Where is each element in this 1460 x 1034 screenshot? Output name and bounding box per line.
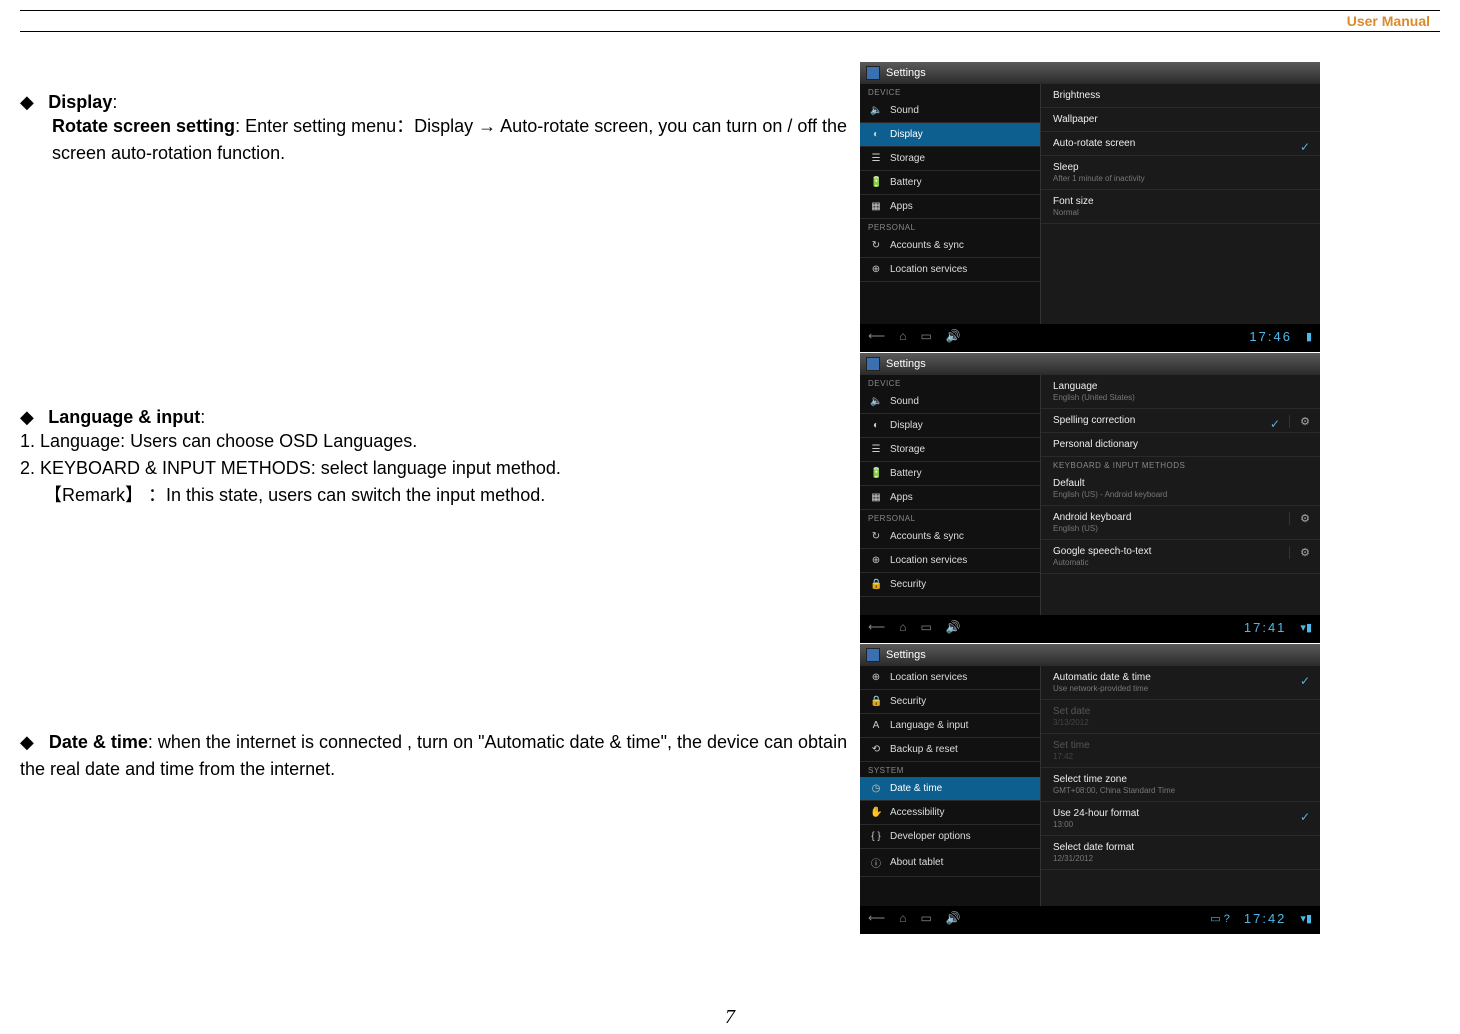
bullet-icon: ◆ [20, 407, 34, 427]
recent-icon: ▭ [920, 911, 931, 925]
developer-icon: { } [870, 831, 882, 842]
security-icon: 🔒 [870, 696, 882, 707]
backup-icon: ⟲ [870, 744, 882, 755]
volume-icon: 🔊 [946, 329, 961, 343]
notification-icon: ▭ ? [1210, 912, 1230, 925]
bullet-icon: ◆ [20, 732, 34, 752]
display-icon: ◐ [870, 420, 882, 431]
check-icon: ✓ [1300, 810, 1310, 824]
settings-app-icon [866, 66, 880, 80]
battery-icon: 🔋 [870, 468, 882, 479]
li1-prefix: 1. [20, 431, 40, 451]
language-icon: A [870, 720, 882, 731]
home-icon: ⌂ [899, 329, 906, 343]
settings-app-icon [866, 357, 880, 371]
status-clock: 17:46 [1249, 329, 1292, 344]
display-title: Display [48, 92, 112, 112]
back-icon: ⟵ [868, 620, 885, 634]
check-icon: ✓ [1300, 674, 1310, 688]
settings-app-icon [866, 648, 880, 662]
recent-icon: ▭ [920, 329, 931, 343]
page-number: 7 [725, 1006, 735, 1029]
remark-label: 【Remark】 [44, 485, 143, 505]
about-icon: ⓘ [870, 855, 882, 870]
li2-prefix: 2. [20, 458, 40, 478]
remark-body: ：In this state, users can switch the inp… [143, 485, 545, 505]
lang-title: Language & input [48, 407, 200, 427]
battery-status-icon: ▮ [1306, 330, 1312, 343]
text-column: ◆ Display: Rotate screen setting: Enter … [20, 62, 860, 793]
volume-icon: 🔊 [946, 620, 961, 634]
sync-icon: ↻ [870, 531, 882, 542]
back-icon: ⟵ [868, 911, 885, 925]
location-icon: ⊕ [870, 555, 882, 566]
li2-text: KEYBOARD & INPUT METHODS: select languag… [40, 458, 561, 478]
wifi-status-icon: ▾▮ [1300, 912, 1312, 925]
screenshot-display-settings: Settings DEVICE 🔈Sound ◐Display ☰Storage… [860, 62, 1320, 352]
sync-icon: ↻ [870, 240, 882, 251]
display-body-1: : Enter setting menu：Display [235, 116, 478, 136]
home-icon: ⌂ [899, 620, 906, 634]
display-icon: ◐ [870, 129, 882, 140]
check-icon: ✓ [1300, 140, 1310, 154]
apps-icon: ▦ [870, 201, 882, 212]
header-label: User Manual [20, 13, 1430, 29]
datetime-title: Date & time [49, 732, 148, 752]
sound-icon: 🔈 [870, 396, 882, 407]
status-clock: 17:41 [1244, 620, 1287, 635]
status-clock: 17:42 [1244, 911, 1287, 926]
check-icon: ✓ [1270, 417, 1280, 431]
clock-icon: ◷ [870, 783, 882, 794]
screenshots-column: Settings DEVICE 🔈Sound ◐Display ☰Storage… [860, 62, 1320, 935]
tune-icon: ⚙ [1289, 512, 1310, 525]
screenshot-language-settings: Settings DEVICE 🔈Sound ◐Display ☰Storage… [860, 353, 1320, 643]
storage-icon: ☰ [870, 153, 882, 164]
screenshot-datetime-settings: Settings ⊕Location services 🔒Security AL… [860, 644, 1320, 934]
arrow-icon: → [478, 116, 496, 136]
volume-icon: 🔊 [946, 911, 961, 925]
sound-icon: 🔈 [870, 105, 882, 116]
location-icon: ⊕ [870, 264, 882, 275]
tune-icon: ⚙ [1289, 546, 1310, 559]
battery-icon: 🔋 [870, 177, 882, 188]
wifi-status-icon: ▾▮ [1300, 621, 1312, 634]
home-icon: ⌂ [899, 911, 906, 925]
back-icon: ⟵ [868, 329, 885, 343]
security-icon: 🔒 [870, 579, 882, 590]
accessibility-icon: ✋ [870, 807, 882, 818]
li1-text: Language: Users can choose OSD Languages… [40, 431, 417, 451]
apps-icon: ▦ [870, 492, 882, 503]
tune-icon: ⚙ [1289, 415, 1310, 428]
bullet-icon: ◆ [20, 92, 34, 112]
location-icon: ⊕ [870, 672, 882, 683]
recent-icon: ▭ [920, 620, 931, 634]
storage-icon: ☰ [870, 444, 882, 455]
rotate-setting-label: Rotate screen setting [52, 116, 235, 136]
